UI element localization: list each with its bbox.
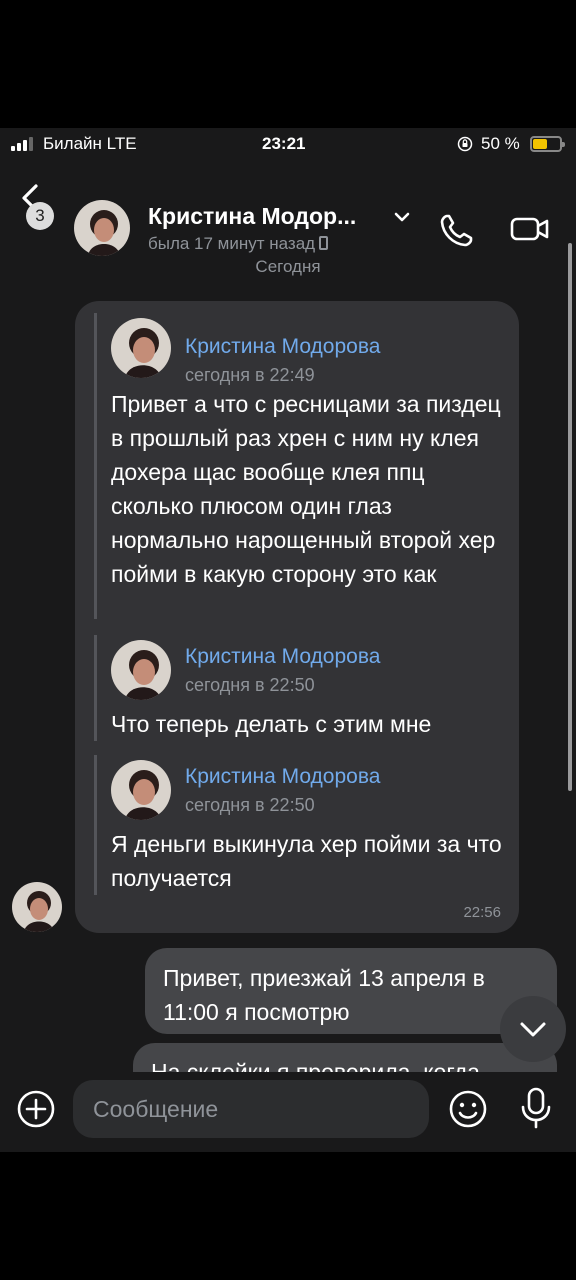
message-list: Кристина Модорова сегодня в 22:49 Привет… bbox=[0, 128, 576, 1072]
forward-text: Привет а что с ресницами за пиздец в про… bbox=[111, 391, 501, 587]
chat-screen: Билайн LTE 23:21 50 % 3 Кристина Модор..… bbox=[0, 128, 576, 1152]
forwarded-message: Кристина Модорова сегодня в 22:49 Привет… bbox=[94, 313, 501, 619]
author-avatar bbox=[111, 760, 171, 820]
forward-time: сегодня в 22:50 bbox=[185, 675, 315, 695]
message-composer bbox=[0, 1072, 576, 1152]
author-avatar bbox=[111, 318, 171, 378]
plus-circle-icon[interactable] bbox=[16, 1089, 56, 1129]
emoji-icon[interactable] bbox=[448, 1089, 488, 1129]
forward-time: сегодня в 22:50 bbox=[185, 795, 315, 815]
forward-time: сегодня в 22:49 bbox=[185, 365, 315, 385]
forward-author[interactable]: Кристина Модорова bbox=[185, 335, 380, 359]
author-avatar bbox=[111, 640, 171, 700]
sender-avatar[interactable] bbox=[12, 882, 62, 932]
forward-author[interactable]: Кристина Модорова bbox=[185, 765, 380, 789]
message-text: Привет, приезжай 13 апреля в 11:00 я пос… bbox=[163, 965, 485, 1025]
forward-author[interactable]: Кристина Модорова bbox=[185, 645, 380, 669]
scroll-down-button[interactable] bbox=[500, 996, 566, 1062]
forwarded-message: Кристина Модорова сегодня в 22:50 Я день… bbox=[94, 755, 502, 895]
forward-text: Я деньги выкинула хер пойми за что получ… bbox=[111, 831, 502, 891]
message-time: 22:56 bbox=[463, 904, 501, 921]
forward-text: Что теперь делать с этим мне bbox=[111, 711, 432, 737]
message-text: На склейки я проверила, когда bbox=[151, 1059, 480, 1072]
message-input[interactable] bbox=[73, 1080, 429, 1138]
scrollbar[interactable] bbox=[568, 243, 572, 791]
microphone-icon[interactable] bbox=[516, 1085, 556, 1131]
chevron-down-icon bbox=[520, 1022, 546, 1037]
outgoing-message-bubble[interactable]: Привет, приезжай 13 апреля в 11:00 я пос… bbox=[145, 948, 557, 1034]
outgoing-message-bubble[interactable]: На склейки я проверила, когда bbox=[133, 1043, 557, 1072]
incoming-message-bubble[interactable]: Кристина Модорова сегодня в 22:49 Привет… bbox=[75, 301, 519, 933]
forwarded-message: Кристина Модорова сегодня в 22:50 Что те… bbox=[94, 635, 431, 741]
